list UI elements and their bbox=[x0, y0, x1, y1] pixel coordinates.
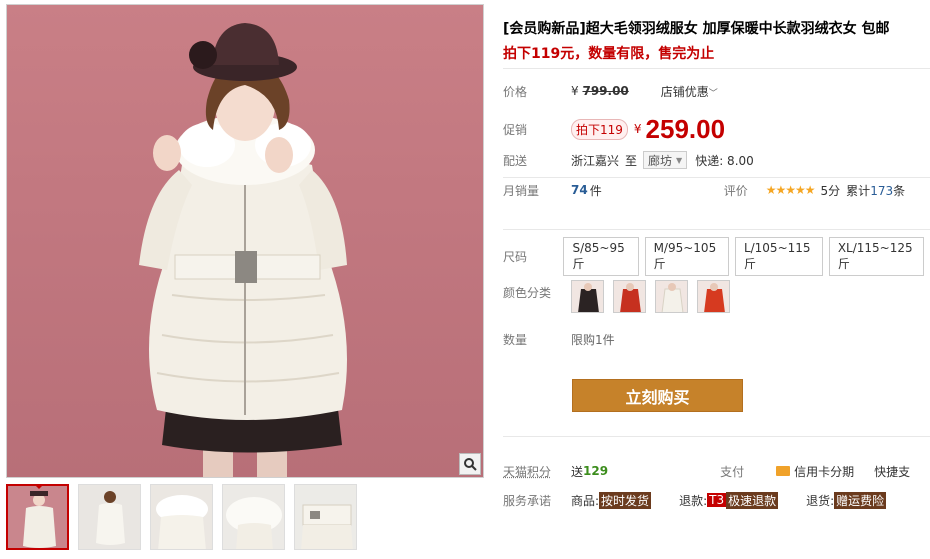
reviews-prefix: 累计 bbox=[846, 183, 871, 198]
price-row: 价格 ¥ 799.00 店铺优惠﹀ bbox=[503, 81, 930, 101]
color-option-orange-red[interactable] bbox=[697, 280, 730, 313]
dropdown-arrow-icon: ▼ bbox=[676, 155, 683, 165]
quantity-limit: 限购1件 bbox=[571, 332, 615, 347]
original-price-value: 799.00 bbox=[582, 84, 629, 98]
promo-label: 促销 bbox=[503, 122, 528, 137]
thumbnail-strip bbox=[6, 484, 366, 556]
reviews-link[interactable]: 累计173条 bbox=[846, 182, 905, 199]
color-option-white[interactable] bbox=[655, 280, 688, 313]
model-illustration bbox=[139, 23, 347, 477]
quantity-label: 数量 bbox=[503, 332, 528, 347]
color-label: 颜色分类 bbox=[503, 286, 552, 300]
rating-stars-icon: ★★★★★ bbox=[765, 183, 816, 197]
size-option-xl[interactable]: XL/115~125斤 bbox=[828, 236, 924, 276]
points-label[interactable]: 天猫积分 bbox=[503, 463, 571, 480]
service-return-label: 退货: bbox=[806, 493, 835, 508]
destination-city: 廊坊 bbox=[648, 153, 673, 168]
size-row: 尺码 S/85~95斤 M/95~105斤 L/105~115斤 XL/115~… bbox=[503, 236, 930, 276]
divider bbox=[503, 436, 930, 437]
zoom-button[interactable] bbox=[459, 453, 481, 475]
thumbnail-image bbox=[295, 485, 356, 549]
thumbnail-image bbox=[151, 485, 212, 549]
color-row: 颜色分类 bbox=[503, 280, 930, 314]
divider bbox=[503, 229, 930, 230]
size-label: 尺码 bbox=[503, 249, 528, 264]
promo-price: 259.00 bbox=[645, 113, 726, 144]
sales-count: 74 bbox=[571, 183, 588, 197]
express-fee: 快递: 8.00 bbox=[695, 153, 754, 168]
color-thumbnail bbox=[656, 281, 687, 312]
service-goods-label: 商品: bbox=[571, 493, 600, 508]
credit-card-icon bbox=[776, 466, 791, 476]
reviews-suffix: 条 bbox=[893, 183, 906, 198]
sales-row: 月销量 74 件 评价 ★★★★★ 5分 累计173条 bbox=[503, 180, 930, 200]
payment-label: 支付 bbox=[720, 464, 745, 479]
color-option-red[interactable] bbox=[613, 280, 646, 313]
sales-unit: 件 bbox=[589, 183, 602, 198]
price-label: 价格 bbox=[503, 84, 528, 99]
thumbnail-5[interactable] bbox=[294, 484, 357, 550]
service-row: 服务承诺 商品: 按时发货 退款: T3 极速退款 退货: 赠运费险 bbox=[503, 490, 930, 510]
service-return-badge[interactable]: 赠运费险 bbox=[834, 491, 887, 509]
thumbnail-image bbox=[8, 486, 67, 548]
service-goods-badge[interactable]: 按时发货 bbox=[599, 491, 652, 509]
currency-symbol: ¥ bbox=[571, 84, 579, 98]
service-label: 服务承诺 bbox=[503, 493, 552, 508]
promo-tag: 拍下119 bbox=[571, 118, 628, 140]
product-subtitle: 拍下119元，数量有限，售完为止 bbox=[503, 46, 715, 62]
rating-score: 5分 bbox=[820, 183, 841, 198]
shop-promo-dropdown[interactable]: 店铺优惠﹀ bbox=[661, 83, 718, 100]
chevron-down-icon: ﹀ bbox=[708, 88, 718, 99]
thumbnail-3[interactable] bbox=[150, 484, 213, 550]
service-refund-label: 退款: bbox=[679, 493, 708, 508]
color-thumbnail bbox=[572, 281, 603, 312]
main-product-image[interactable] bbox=[6, 4, 484, 478]
shop-promo-label: 店铺优惠 bbox=[660, 84, 709, 99]
color-thumbnail bbox=[698, 281, 729, 312]
product-title: [会员购新品]超大毛领羽绒服女 加厚保暖中长款羽绒衣女 包邮 bbox=[503, 21, 890, 37]
divider bbox=[503, 68, 930, 69]
thumbnail-2[interactable] bbox=[78, 484, 141, 550]
product-info-panel: [会员购新品]超大毛领羽绒服女 加厚保暖中长款羽绒衣女 包邮 拍下119元，数量… bbox=[503, 0, 930, 559]
size-option-l[interactable]: L/105~115斤 bbox=[734, 236, 823, 276]
buy-now-button[interactable]: 立刻购买 bbox=[572, 379, 743, 412]
reviews-count: 173 bbox=[870, 183, 894, 198]
color-thumbnail bbox=[614, 281, 645, 312]
quick-pay[interactable]: 快捷支 bbox=[874, 463, 910, 480]
points-send: 送 bbox=[571, 464, 584, 479]
destination-select[interactable]: 廊坊 ▼ bbox=[643, 151, 688, 169]
shipping-row: 配送 浙江嘉兴 至 廊坊 ▼ 快递: 8.00 bbox=[503, 150, 930, 170]
rating-label: 评价 bbox=[723, 183, 748, 198]
credit-card-installment[interactable]: 信用卡分期 bbox=[776, 463, 854, 480]
credit-card-label: 信用卡分期 bbox=[794, 464, 855, 479]
points-row: 天猫积分 送 129 支付 信用卡分期 快捷支 bbox=[503, 461, 930, 481]
thumbnail-1[interactable] bbox=[6, 484, 69, 550]
size-option-m[interactable]: M/95~105斤 bbox=[644, 236, 729, 276]
shipping-from: 浙江嘉兴 bbox=[571, 153, 620, 168]
promo-row: 促销 拍下119 ¥ 259.00 bbox=[503, 113, 930, 144]
thumbnail-image bbox=[223, 485, 284, 549]
color-option-black[interactable] bbox=[571, 280, 604, 313]
refund-t3-badge: T3 bbox=[707, 493, 727, 507]
size-option-s[interactable]: S/85~95斤 bbox=[563, 236, 639, 276]
quantity-row: 数量 限购1件 bbox=[503, 329, 930, 349]
magnifier-icon bbox=[464, 458, 477, 471]
thumbnail-image bbox=[79, 485, 140, 549]
original-price: ¥ 799.00 bbox=[571, 84, 629, 98]
sales-label: 月销量 bbox=[503, 183, 540, 198]
divider bbox=[503, 177, 930, 178]
shipping-to-word: 至 bbox=[625, 153, 638, 168]
thumbnail-4[interactable] bbox=[222, 484, 285, 550]
promo-currency: ¥ bbox=[633, 122, 642, 136]
service-refund-badge[interactable]: 极速退款 bbox=[726, 491, 779, 509]
points-value: 129 bbox=[583, 464, 609, 478]
shipping-label: 配送 bbox=[503, 153, 528, 168]
